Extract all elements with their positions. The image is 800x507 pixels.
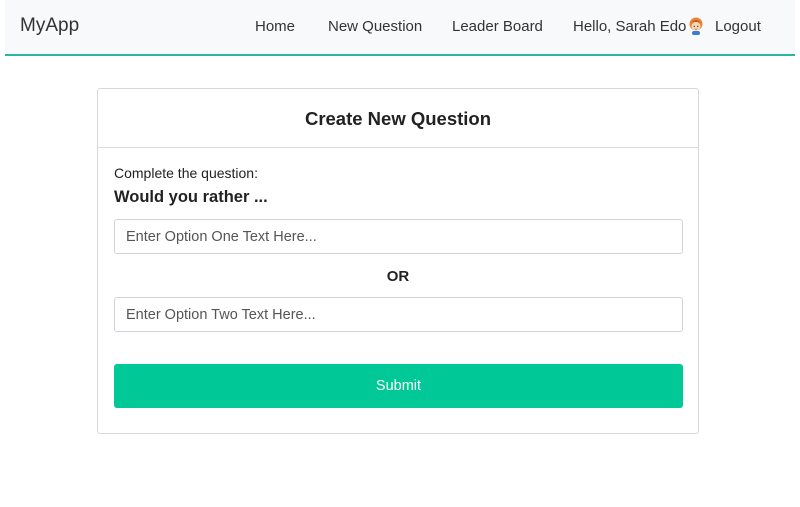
prompt-label: Complete the question: <box>114 165 258 181</box>
logout-link[interactable]: Logout <box>715 18 761 36</box>
card-header: Create New Question <box>98 89 698 148</box>
avatar-icon <box>689 17 703 35</box>
option-one-input[interactable] <box>114 219 683 254</box>
brand-logo[interactable]: MyApp <box>20 15 79 37</box>
card-title: Create New Question <box>304 108 492 129</box>
new-question-card: Create New Question Complete the questio… <box>97 88 699 434</box>
nav-link-new-question[interactable]: New Question <box>328 18 422 36</box>
navbar: MyApp Home New Question Leader Board Hel… <box>5 0 795 56</box>
prompt-heading: Would you rather ... <box>114 188 268 206</box>
nav-link-home[interactable]: Home <box>255 18 295 36</box>
user-greeting: Hello, Sarah Edo <box>573 18 687 35</box>
option-two-input[interactable] <box>114 297 683 332</box>
or-divider-text: OR <box>386 268 410 285</box>
nav-link-leader-board[interactable]: Leader Board <box>452 18 543 36</box>
submit-button[interactable]: Submit <box>114 364 683 408</box>
